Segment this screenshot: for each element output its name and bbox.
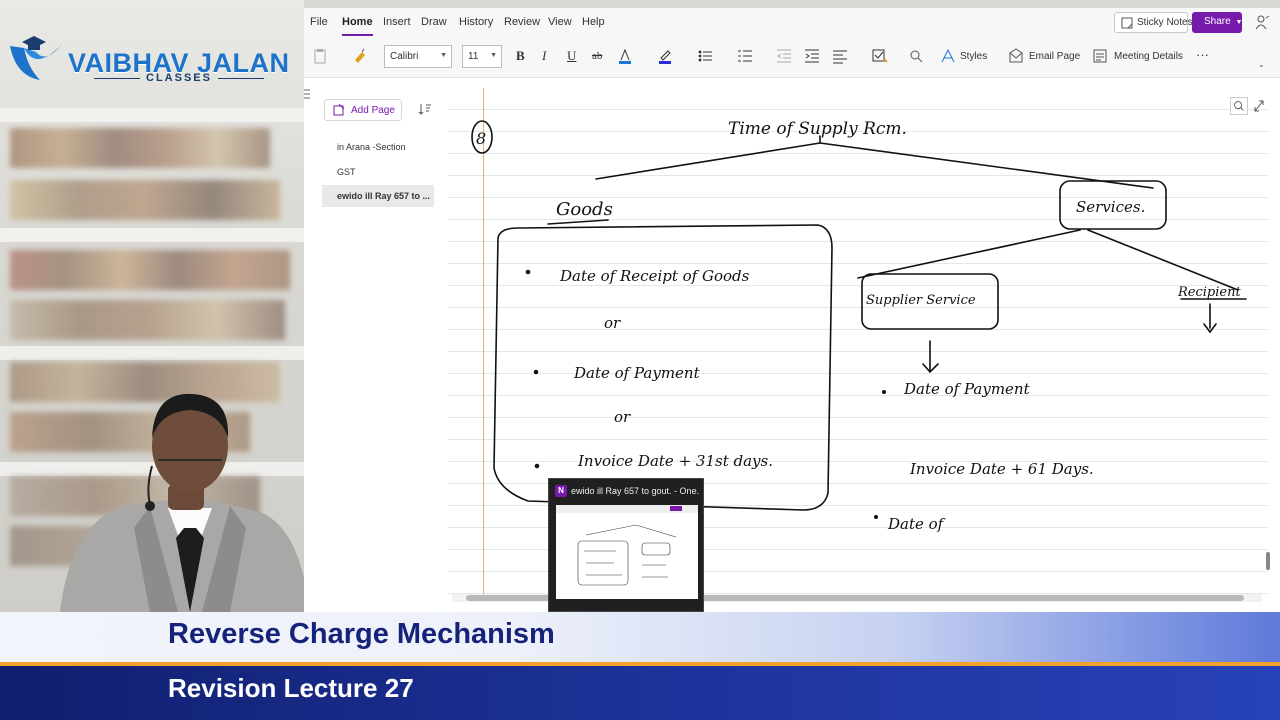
goods-point-3: Invoice Date + 31st days. (577, 452, 773, 470)
bullet-list-icon[interactable] (697, 48, 713, 64)
tag-checkbox-icon[interactable] (872, 48, 888, 64)
graduation-cap-icon (10, 36, 62, 80)
chevron-down-icon: ▼ (490, 52, 497, 59)
or-mark-2: or (614, 408, 631, 426)
menu-history[interactable]: History (459, 16, 493, 28)
menu-insert[interactable]: Insert (383, 16, 411, 28)
email-icon[interactable] (1008, 48, 1024, 64)
styles-label[interactable]: Styles (960, 51, 987, 62)
add-page-button[interactable]: Add Page (324, 99, 402, 121)
expand-icon[interactable] (1252, 97, 1266, 115)
services-branch-recipient (1087, 229, 1239, 291)
menu-bar: File Home Insert Draw History Review Vie… (304, 8, 1280, 38)
onenote-window: File Home Insert Draw History Review Vie… (304, 8, 1280, 612)
goods-label: Goods (556, 199, 613, 220)
chevron-down-icon: ▼ (440, 52, 447, 59)
font-family-select[interactable]: Calibri ▼ (384, 45, 452, 68)
note-heading: Time of Supply Rcm. (728, 119, 907, 139)
align-icon[interactable] (832, 48, 848, 64)
supplier-down-arrow (922, 340, 939, 374)
lecture-title: Reverse Charge Mechanism (168, 618, 555, 650)
preview-thumbnail (556, 505, 698, 599)
vertical-scrollbar[interactable] (1264, 548, 1272, 588)
menu-help[interactable]: Help (582, 16, 605, 28)
sticky-notes-label: Sticky Notes (1137, 17, 1193, 28)
or-mark-1: or (604, 314, 621, 332)
brand-logo: VAIBHAV JALAN CLASSES (6, 32, 290, 88)
supplier-service-label: Supplier Service (866, 293, 976, 308)
numbered-list-icon[interactable] (737, 48, 753, 64)
goods-point-2: Date of Payment (573, 364, 701, 382)
presenter-video (60, 393, 304, 612)
menu-file[interactable]: File (310, 16, 328, 28)
note-number: 8 (476, 129, 486, 148)
services-label: Services. (1076, 198, 1145, 216)
sticky-note-icon (1121, 17, 1133, 29)
page-item[interactable]: in Arana -Section (322, 136, 434, 158)
format-painter-icon[interactable] (352, 48, 368, 64)
page-item[interactable]: GST (322, 161, 434, 183)
add-page-icon (333, 104, 345, 116)
lower-third-banner: Reverse Charge Mechanism Revision Lectur… (0, 612, 1280, 720)
collapse-icon[interactable] (304, 89, 310, 99)
highlighter-icon[interactable] (657, 48, 673, 64)
sort-icon[interactable] (418, 102, 432, 116)
underline-icon[interactable]: U (567, 48, 576, 64)
lecture-subtitle: Revision Lecture 27 (168, 673, 414, 703)
webcam-background: VAIBHAV JALAN CLASSES (0, 0, 304, 612)
services-branch-supplier (857, 229, 1081, 279)
menu-view[interactable]: View (548, 16, 572, 28)
logo-subtext: CLASSES (94, 72, 264, 84)
font-size-select[interactable]: 11 ▼ (462, 45, 502, 68)
meeting-details-icon[interactable] (1092, 48, 1108, 64)
font-color-icon[interactable] (617, 48, 633, 64)
paste-icon[interactable] (312, 48, 328, 64)
bold-icon[interactable]: B (516, 48, 525, 64)
share-button[interactable]: Share ▼ (1192, 12, 1242, 33)
preview-title: ewido ill Ray 657 to gout. - One... (571, 486, 699, 496)
more-options-icon[interactable]: ··· (1196, 47, 1209, 62)
share-label: Share (1204, 16, 1231, 27)
italic-icon[interactable]: I (542, 48, 546, 64)
page-item-selected[interactable]: ewido ill Ray 657 to ... (322, 185, 434, 207)
chevron-down-icon[interactable]: ⌄ (1258, 60, 1265, 69)
page-list-pane: Add Page in Arana -Section GST ewido ill… (304, 79, 444, 612)
chevron-down-icon: ▼ (1235, 19, 1243, 26)
menu-draw[interactable]: Draw (421, 16, 447, 28)
font-size-value: 11 (468, 51, 479, 62)
sticky-notes-button[interactable]: Sticky Notes (1114, 12, 1193, 33)
menu-review[interactable]: Review (504, 16, 540, 28)
font-family-value: Calibri (390, 51, 419, 62)
meeting-details-button[interactable]: Meeting Details (1114, 51, 1183, 62)
strikethrough-icon[interactable]: ab (592, 50, 602, 62)
service-point-1: Date of Payment (903, 380, 1031, 398)
tree-branch-goods (595, 135, 821, 180)
add-page-label: Add Page (351, 105, 395, 116)
menu-home[interactable]: Home (342, 16, 373, 36)
decrease-indent-icon[interactable] (776, 48, 792, 64)
person-icon[interactable] (1254, 14, 1270, 30)
service-point-2: Invoice Date + 61 Days. (909, 460, 1094, 478)
ribbon-toolbar: Calibri ▼ 11 ▼ B I U ab Styles Email Page … (304, 38, 1280, 78)
service-point-3: Date of (887, 515, 946, 533)
recipient-down-arrow (1203, 303, 1217, 334)
increase-indent-icon[interactable] (804, 48, 820, 64)
find-tags-icon[interactable] (908, 48, 924, 64)
goods-underline (547, 219, 609, 225)
goods-point-1: Date of Receipt of Goods (559, 267, 750, 285)
recipient-label: Recipient (1177, 285, 1241, 300)
search-icon[interactable] (1230, 97, 1248, 115)
taskbar-preview[interactable]: N ewido ill Ray 657 to gout. - One... (548, 478, 704, 612)
email-page-button[interactable]: Email Page (1029, 51, 1080, 62)
onenote-icon: N (555, 485, 567, 497)
styles-icon[interactable] (940, 48, 956, 64)
